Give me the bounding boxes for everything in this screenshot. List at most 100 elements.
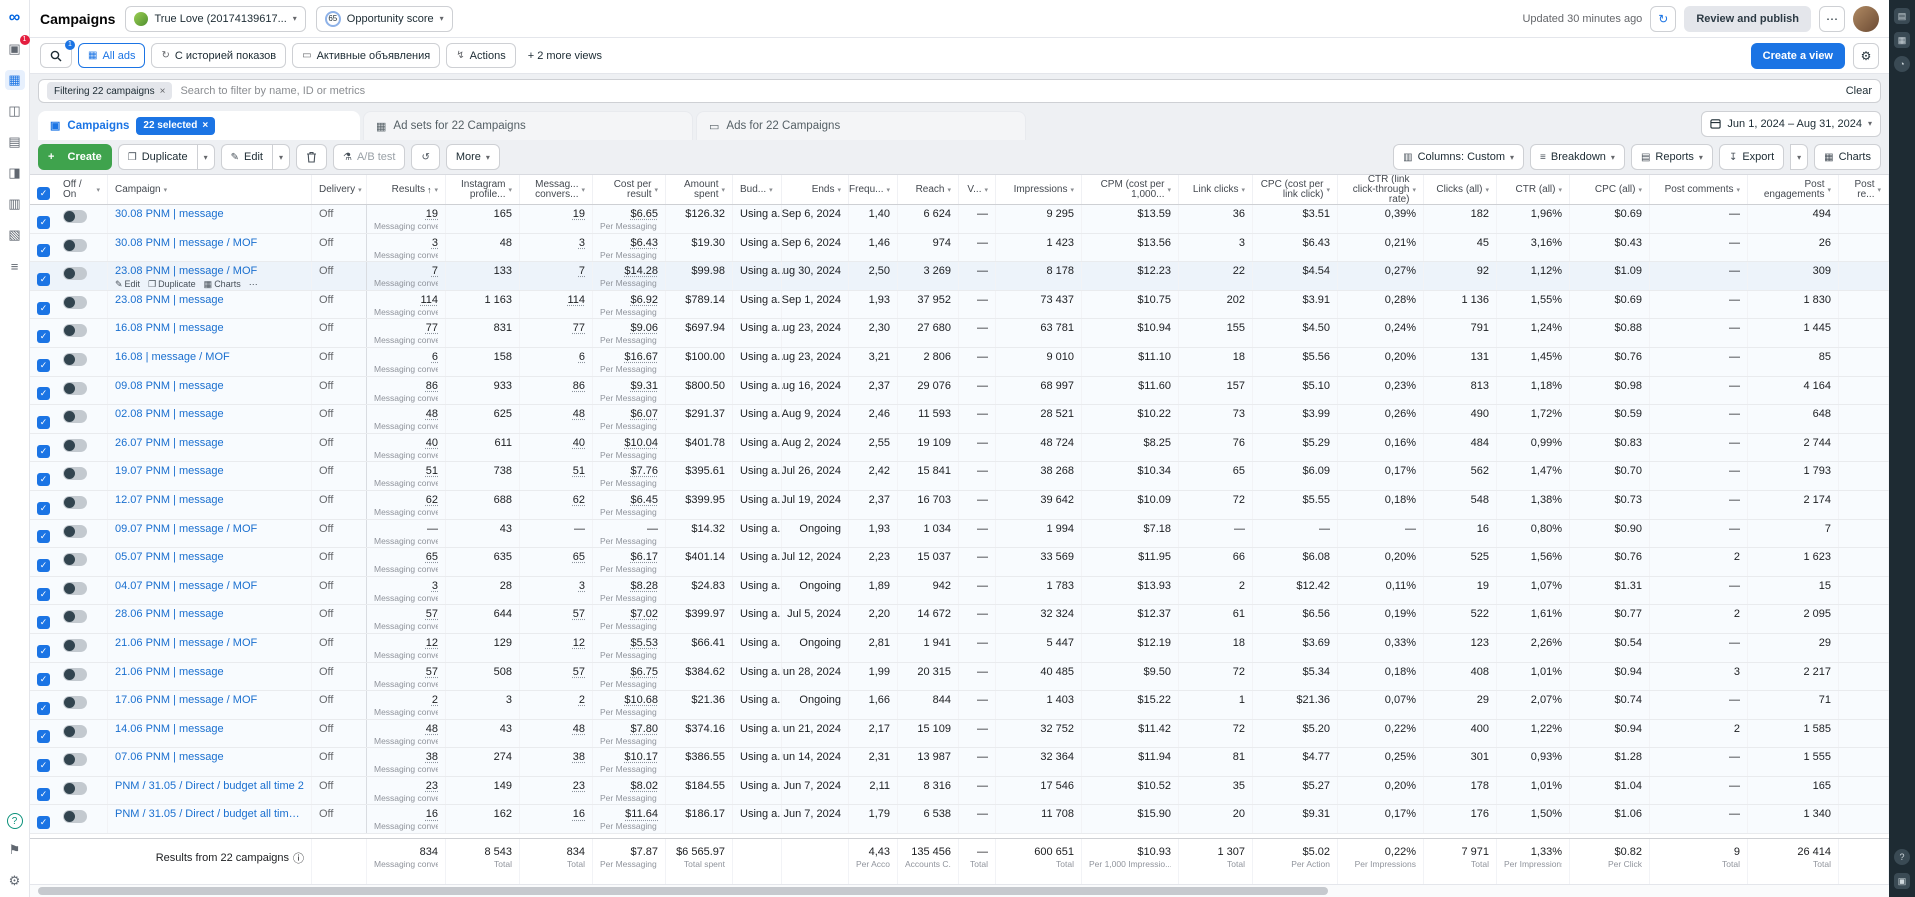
ad-account-selector[interactable]: True Love (20174139617... ▾: [125, 6, 305, 32]
value-results[interactable]: 57: [426, 608, 438, 621]
value-results[interactable]: 7: [432, 265, 438, 278]
column-header-ctr_all[interactable]: CTR (all)▾: [1497, 175, 1570, 204]
feedback-icon[interactable]: ⚑: [5, 840, 25, 860]
row-tool-charts[interactable]: ▦Charts: [204, 279, 241, 290]
campaign-name-link[interactable]: 23.08 PNM | message: [115, 294, 304, 307]
value-messaging[interactable]: 62: [573, 494, 585, 507]
value-results[interactable]: —: [427, 523, 438, 536]
value-cost[interactable]: $7.76: [630, 465, 658, 478]
row-checkbox[interactable]: [37, 502, 50, 515]
campaign-toggle[interactable]: [63, 725, 87, 738]
campaign-toggle[interactable]: [63, 353, 87, 366]
campaign-toggle[interactable]: [63, 610, 87, 623]
value-messaging[interactable]: 114: [567, 294, 585, 307]
audiences-nav-icon[interactable]: ▤: [5, 132, 25, 152]
charts-button[interactable]: ▦Charts: [1814, 144, 1881, 170]
campaign-toggle[interactable]: [63, 239, 87, 252]
export-dropdown-button[interactable]: ▾: [1790, 144, 1808, 170]
campaign-name-link[interactable]: 16.08 | message / MOF: [115, 351, 304, 364]
value-results[interactable]: 3: [432, 237, 438, 250]
scrollbar-thumb[interactable]: [38, 887, 1328, 895]
value-results[interactable]: 86: [426, 380, 438, 393]
row-checkbox[interactable]: [37, 473, 50, 486]
filter-search-input[interactable]: Search to filter by name, ID or metrics: [180, 85, 1837, 97]
info-icon[interactable]: ⓘ: [293, 850, 304, 866]
campaign-name-link[interactable]: 09.07 PNM | message / MOF: [115, 523, 304, 536]
columns-button[interactable]: ▥Columns: Custom▾: [1393, 144, 1524, 170]
column-header-budget[interactable]: Bud...▾: [733, 175, 782, 204]
value-messaging[interactable]: 23: [573, 780, 585, 793]
opportunity-score-button[interactable]: 65 Opportunity score ▾: [316, 6, 453, 32]
right-rail-icon-5[interactable]: ▣: [1894, 873, 1910, 889]
value-messaging[interactable]: 40: [573, 437, 585, 450]
value-messaging[interactable]: 65: [573, 551, 585, 564]
value-cost[interactable]: $5.53: [630, 637, 658, 650]
column-header-ctr_link[interactable]: CTR (link click-through rate)▾: [1338, 175, 1424, 204]
row-tool-edit[interactable]: ✎Edit: [115, 279, 140, 290]
events-manager-nav-icon[interactable]: ▧: [5, 225, 25, 245]
row-checkbox[interactable]: [37, 588, 50, 601]
horizontal-scrollbar[interactable]: [30, 884, 1889, 897]
value-cost[interactable]: $9.06: [630, 322, 658, 335]
view-tab-active-ads[interactable]: ▭ Активные объявления: [292, 43, 440, 68]
campaign-name-link[interactable]: 21.06 PNM | message: [115, 666, 304, 679]
campaign-name-link[interactable]: 16.08 PNM | message: [115, 322, 304, 335]
value-cost[interactable]: $10.17: [624, 751, 658, 764]
campaign-name-link[interactable]: 14.06 PNM | message: [115, 723, 304, 736]
tab-campaigns[interactable]: ▣ Campaigns 22 selected×: [38, 111, 360, 140]
export-button[interactable]: ↧Export: [1719, 144, 1784, 170]
user-avatar[interactable]: [1853, 6, 1879, 32]
value-results[interactable]: 57: [426, 666, 438, 679]
search-button[interactable]: 1: [40, 43, 72, 68]
help-icon[interactable]: ?: [7, 813, 23, 829]
campaign-name-link[interactable]: PNM / 31.05 / Direct / budget all time /…: [115, 808, 304, 821]
filter-chip[interactable]: Filtering 22 campaigns ×: [47, 82, 172, 100]
column-header-cpc_link[interactable]: CPC (cost per link click)▾: [1253, 175, 1338, 204]
row-checkbox[interactable]: [37, 730, 50, 743]
view-tab-all-ads[interactable]: ▦ All ads: [78, 43, 145, 68]
row-checkbox[interactable]: [37, 359, 50, 372]
all-tools-menu-icon[interactable]: ≡: [5, 256, 25, 276]
value-results[interactable]: 48: [426, 723, 438, 736]
value-results[interactable]: 38: [426, 751, 438, 764]
campaign-toggle[interactable]: [63, 810, 87, 823]
row-checkbox[interactable]: [37, 559, 50, 572]
settings-gear-icon[interactable]: ⚙: [5, 871, 25, 891]
campaign-toggle[interactable]: [63, 210, 87, 223]
value-cost[interactable]: $7.02: [630, 608, 658, 621]
campaign-toggle[interactable]: [63, 410, 87, 423]
value-messaging[interactable]: 86: [573, 380, 585, 393]
campaign-name-link[interactable]: 19.07 PNM | message: [115, 465, 304, 478]
value-messaging[interactable]: 16: [573, 808, 585, 821]
right-rail-icon-2[interactable]: ▦: [1894, 32, 1910, 48]
value-cost[interactable]: $9.31: [630, 380, 658, 393]
column-header-messaging[interactable]: Messag... convers...▾: [520, 175, 593, 204]
row-checkbox[interactable]: [37, 244, 50, 257]
column-header-cost[interactable]: Cost per result▾: [593, 175, 666, 204]
select-all-checkbox[interactable]: [37, 187, 50, 200]
right-rail-icon-3[interactable]: ◔: [1894, 56, 1910, 72]
value-messaging[interactable]: 6: [579, 351, 585, 364]
more-options-button[interactable]: ⋯: [1819, 6, 1845, 32]
row-checkbox[interactable]: [37, 416, 50, 429]
column-header-comments[interactable]: Post comments▾: [1650, 175, 1748, 204]
row-checkbox[interactable]: [37, 302, 50, 315]
value-cost[interactable]: $6.65: [630, 208, 658, 221]
campaign-toggle[interactable]: [63, 496, 87, 509]
value-results[interactable]: 51: [426, 465, 438, 478]
value-cost[interactable]: $10.04: [624, 437, 658, 450]
campaign-toggle[interactable]: [63, 639, 87, 652]
right-rail-icon-1[interactable]: ▤: [1894, 8, 1910, 24]
refresh-button[interactable]: ↻: [1650, 6, 1676, 32]
campaign-name-link[interactable]: 17.06 PNM | message / MOF: [115, 694, 304, 707]
campaigns-nav-icon[interactable]: ▦: [5, 70, 25, 90]
campaign-name-link[interactable]: 26.07 PNM | message: [115, 437, 304, 450]
more-button[interactable]: More▾: [446, 144, 500, 170]
campaign-toggle[interactable]: [63, 525, 87, 538]
campaign-toggle[interactable]: [63, 324, 87, 337]
column-header-toggle[interactable]: Off / On▾: [56, 175, 108, 204]
billing-nav-icon[interactable]: ▥: [5, 194, 25, 214]
ab-test-button[interactable]: ⚗A/B test: [333, 144, 406, 170]
value-messaging[interactable]: 3: [579, 580, 585, 593]
row-checkbox[interactable]: [37, 673, 50, 686]
